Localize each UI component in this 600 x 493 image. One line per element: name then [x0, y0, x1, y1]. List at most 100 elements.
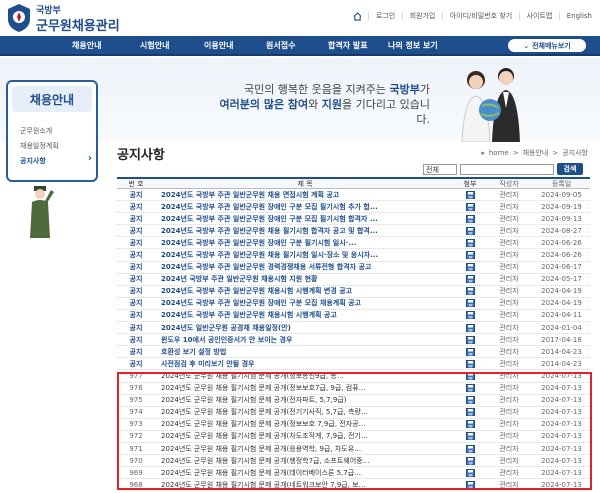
- row-title-link[interactable]: 2024년도 일반군무원 공경채 채용일정(안): [155, 323, 455, 333]
- floppy-disk-icon[interactable]: [465, 251, 475, 260]
- row-title-link[interactable]: 2024년도 국방부 주관 일반군무원 장애인 구분 모집 채용계획 공고: [155, 298, 455, 308]
- nav-my-info[interactable]: 나의 정보 보기: [388, 40, 438, 51]
- table-row[interactable]: 공지 2024년도 국방부 주관 일반군무원 채용 면접시험 계획 공고 관리자 20…: [117, 189, 590, 202]
- nav-recruit-info[interactable]: 채용안내: [72, 40, 101, 51]
- floppy-disk-icon[interactable]: [465, 432, 475, 441]
- sidebar-item-notice[interactable]: 공지사항: [20, 156, 46, 166]
- breadcrumb-section[interactable]: 채용안내: [523, 148, 549, 158]
- table-row[interactable]: 972 2024년도 군무원 채용 필기시험 문제 공개(차도조작계, 7,9급,…: [117, 431, 590, 443]
- floppy-disk-icon[interactable]: [465, 359, 475, 368]
- site-logo[interactable]: 국방부 군무원채용관리: [36, 3, 120, 34]
- row-title-link[interactable]: 2024년도 군무원 채용 필기시험 문제 공개(전기기사직, 5,7급, 측량…: [155, 407, 455, 417]
- floppy-disk-icon[interactable]: [465, 384, 475, 393]
- row-number: 975: [129, 396, 143, 405]
- floppy-disk-icon[interactable]: [465, 468, 475, 477]
- english-link[interactable]: English: [567, 12, 592, 20]
- table-row[interactable]: 공지 2024년도 국방부 주관 일반군무원 장애인 구분 모집 채용계획 공고 관…: [117, 298, 590, 310]
- floppy-disk-icon[interactable]: [465, 347, 475, 356]
- row-title-link[interactable]: 2024년도 군무원 채용 필기시험 문제 공개(응용역학, 9급, 차도유…: [155, 444, 455, 454]
- row-title-link[interactable]: 2024년도 국방부 주관 일반군무원 채용시험 시행계획 공고: [155, 310, 455, 320]
- row-title-link[interactable]: 2024년도 군무원 채용 필기시험 문제 공개(정보보호 7,9급, 전자공…: [155, 419, 455, 429]
- table-row[interactable]: 공지 호환성 보기 설정 방법 관리자 2014-04-23: [117, 346, 590, 359]
- floppy-disk-icon[interactable]: [465, 299, 475, 308]
- floppy-disk-icon[interactable]: [465, 202, 475, 211]
- search-input[interactable]: [460, 163, 554, 175]
- nav-exam-info[interactable]: 시험안내: [140, 40, 169, 51]
- table-row[interactable]: 공지 2024년도 국방부 주관 일반군무원 장애인 구분 모집 필기시험 추가 …: [117, 201, 590, 214]
- row-title-link[interactable]: 2024년도 군무원 채용 필기시험 문제 공개(전자파트, 5,7,9급): [155, 395, 455, 405]
- table-row[interactable]: 969 2024년도 군무원 채용 필기시험 문제 공개(데이터베이스론 5,7급…: [117, 467, 590, 480]
- table-row[interactable]: 974 2024년도 군무원 채용 필기시험 문제 공개(전기기사직, 5,7급,…: [117, 407, 590, 419]
- row-title-link[interactable]: 2024년도 국방부 주관 일반군무원 장애인 구분 모집 필기시험 합격자 .…: [155, 214, 455, 224]
- table-row[interactable]: 968 2024년도 군무원 채용 필기시험 문제 공개(네트워크보안 7,9급,…: [117, 479, 590, 492]
- table-row[interactable]: 976 2024년도 군무원 채용 필기시험 문제 공개(정보보호7급, 9급, …: [117, 383, 590, 395]
- table-row[interactable]: 공지 2024년도 국방부 주관 일반군무원 채용시험 시행계획 변경 공고 관리자…: [117, 286, 590, 298]
- sitemap-link[interactable]: 사이트맵: [527, 11, 553, 21]
- row-title-link[interactable]: 2024년도 국방부 주관 일반군무원 경력경쟁채용 서류전형 합격자 공고: [155, 262, 455, 272]
- table-row[interactable]: 공지 2024년도 국방부 주관 일반군무원 채용시험 시행계획 공고 관리자 202…: [117, 310, 590, 323]
- row-title-link[interactable]: 호환성 보기 설정 방법: [155, 347, 455, 357]
- table-row[interactable]: 971 2024년도 군무원 채용 필기시험 문제 공개(응용역학, 9급, 차도…: [117, 443, 590, 456]
- breadcrumb-home[interactable]: home: [489, 149, 509, 157]
- floppy-disk-icon[interactable]: [465, 396, 475, 405]
- row-title-link[interactable]: 2024년도 군무원 채용 필기시험 문제 공개(행정학7급, 소프트웨어중…: [155, 456, 455, 466]
- table-row[interactable]: 970 2024년도 군무원 채용 필기시험 문제 공개(행정학7급, 소프트웨어…: [117, 455, 590, 468]
- table-row[interactable]: 공지 2024년도 국방부 주관 일반군무원 장애인 구분 모집 필기시험 합격자…: [117, 213, 590, 226]
- find-account-link[interactable]: 아이디/비밀번호 찾기: [450, 11, 513, 21]
- row-title-link[interactable]: 2024년도 군무원 채용 필기시험 문제 공개(차도조작계, 7,9급, 전기…: [155, 431, 455, 441]
- table-row[interactable]: 공지 2024년도 국방부 주관 일반군무원 채용 필기시험 합격자 공고 및 합…: [117, 225, 590, 238]
- ministry-emblem-icon[interactable]: [6, 3, 32, 33]
- row-title-link[interactable]: 2024년도 국방부 주관 일반군무원 장애인 구분 필기시험 일시·...: [155, 238, 455, 248]
- row-title-link[interactable]: 2024년 국방부 주관 일반군무원 채용시험 지원 현황: [155, 274, 455, 284]
- row-title-link[interactable]: 2024년도 군무원 채용 필기시험 문제 공개(정보통신9급, 통…: [155, 371, 455, 381]
- row-title-link[interactable]: 2024년도 국방부 주관 일반군무원 채용 면접시험 계획 공고: [155, 190, 455, 200]
- floppy-disk-icon[interactable]: [465, 420, 475, 429]
- table-row[interactable]: 공지 윈도우 10에서 공인인증서가 안 보이는 경우 관리자 2017-04-18: [117, 334, 590, 347]
- home-icon[interactable]: [353, 11, 362, 21]
- floppy-disk-icon[interactable]: [465, 480, 475, 489]
- table-row[interactable]: 공지 2024년도 국방부 주관 일반군무원 경력경쟁채용 서류전형 합격자 공고…: [117, 262, 590, 274]
- table-row[interactable]: 977 2024년도 군무원 채용 필기시험 문제 공개(정보통신9급, 통… 관리…: [117, 370, 590, 383]
- row-title-link[interactable]: 윈도우 10에서 공인인증서가 안 보이는 경우: [155, 335, 455, 345]
- row-title-link[interactable]: 2024년도 국방부 주관 일반군무원 채용 필기시험 합격자 공고 및 합격.…: [155, 226, 455, 236]
- signup-link[interactable]: 회원가입: [410, 11, 436, 21]
- floppy-disk-icon[interactable]: [465, 238, 475, 247]
- floppy-disk-icon[interactable]: [465, 287, 475, 296]
- table-row[interactable]: 973 2024년도 군무원 채용 필기시험 문제 공개(정보보호 7,9급, 전…: [117, 419, 590, 431]
- table-row[interactable]: 공지 2024년도 일반군무원 공경채 채용일정(안) 관리자 2024-01-04: [117, 322, 590, 335]
- floppy-disk-icon[interactable]: [465, 408, 475, 417]
- table-row[interactable]: 공지 사전점검 후 미리보기 안될 경우 관리자 2014-04-23: [117, 358, 590, 371]
- row-title-link[interactable]: 2024년도 군무원 채용 필기시험 문제 공개(데이터베이스론 5,7급…: [155, 468, 455, 478]
- row-title-link[interactable]: 2024년도 국방부 주관 일반군무원 장애인 구분 모집 필기시험 추가 합.…: [155, 202, 455, 212]
- all-menu-button[interactable]: ⌄ 전체메뉴보기: [508, 39, 586, 52]
- floppy-disk-icon[interactable]: [465, 323, 475, 332]
- row-title-link[interactable]: 사전점검 후 미리보기 안될 경우: [155, 359, 455, 369]
- table-row[interactable]: 975 2024년도 군무원 채용 필기시험 문제 공개(전자파트, 5,7,9급…: [117, 395, 590, 407]
- floppy-disk-icon[interactable]: [465, 444, 475, 453]
- sidebar-item-schedule[interactable]: 채용일정계획: [20, 141, 59, 151]
- floppy-disk-icon[interactable]: [465, 190, 475, 199]
- floppy-disk-icon[interactable]: [465, 226, 475, 235]
- nav-application[interactable]: 원서접수: [266, 40, 295, 51]
- nav-usage-info[interactable]: 이용안내: [204, 40, 233, 51]
- divider: |: [367, 12, 370, 20]
- search-button[interactable]: 검색: [557, 163, 583, 175]
- row-title-link[interactable]: 2024년도 군무원 채용 필기시험 문제 공개(네트워크보안 7,9급, 보…: [155, 480, 455, 490]
- floppy-disk-icon[interactable]: [465, 311, 475, 320]
- row-title-link[interactable]: 2024년도 국방부 주관 일반군무원 채용 필기시험 일시·장소 및 응시자.…: [155, 250, 455, 260]
- floppy-disk-icon[interactable]: [465, 275, 475, 284]
- floppy-disk-icon[interactable]: [465, 263, 475, 272]
- nav-results[interactable]: 합격자 발표: [328, 40, 368, 51]
- login-link[interactable]: 로그인: [376, 11, 395, 21]
- floppy-disk-icon[interactable]: [465, 335, 475, 344]
- floppy-disk-icon[interactable]: [465, 214, 475, 223]
- table-row[interactable]: 공지 2024년 국방부 주관 일반군무원 채용시험 지원 현황 관리자 2024-0…: [117, 274, 590, 286]
- row-title-link[interactable]: 2024년도 국방부 주관 일반군무원 채용시험 시행계획 변경 공고: [155, 286, 455, 296]
- row-title-link[interactable]: 2024년도 군무원 채용 필기시험 문제 공개(정보보호7급, 9급, 컴퓨…: [155, 383, 455, 393]
- search-type-select[interactable]: 전체: [423, 163, 457, 175]
- sidebar-item-intro[interactable]: 군무원소개: [20, 126, 52, 136]
- floppy-disk-icon[interactable]: [465, 456, 475, 465]
- floppy-disk-icon[interactable]: [465, 371, 475, 380]
- table-row[interactable]: 공지 2024년도 국방부 주관 일반군무원 장애인 구분 필기시험 일시·...…: [117, 237, 590, 250]
- table-row[interactable]: 공지 2024년도 국방부 주관 일반군무원 채용 필기시험 일시·장소 및 응시…: [117, 249, 590, 262]
